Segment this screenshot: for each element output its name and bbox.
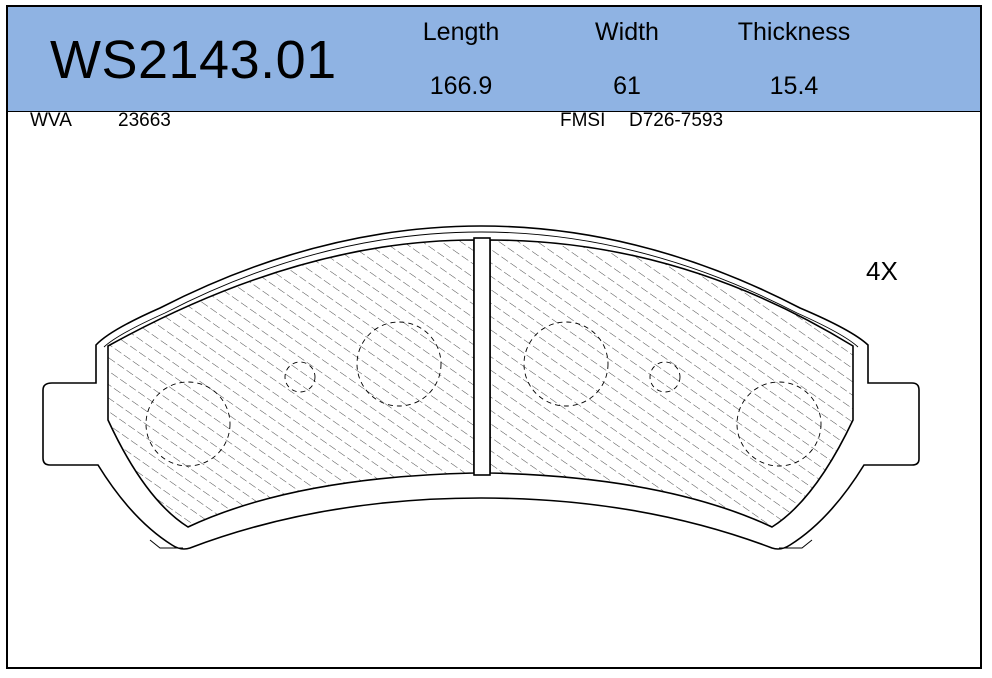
brake-pad-drawing — [42, 225, 920, 550]
quantity-label: 4X — [866, 256, 898, 286]
center-slot — [473, 237, 491, 476]
friction-pad-right — [489, 239, 854, 528]
backing-plate-bottom-edge — [149, 539, 813, 549]
friction-pad-left — [107, 239, 475, 528]
